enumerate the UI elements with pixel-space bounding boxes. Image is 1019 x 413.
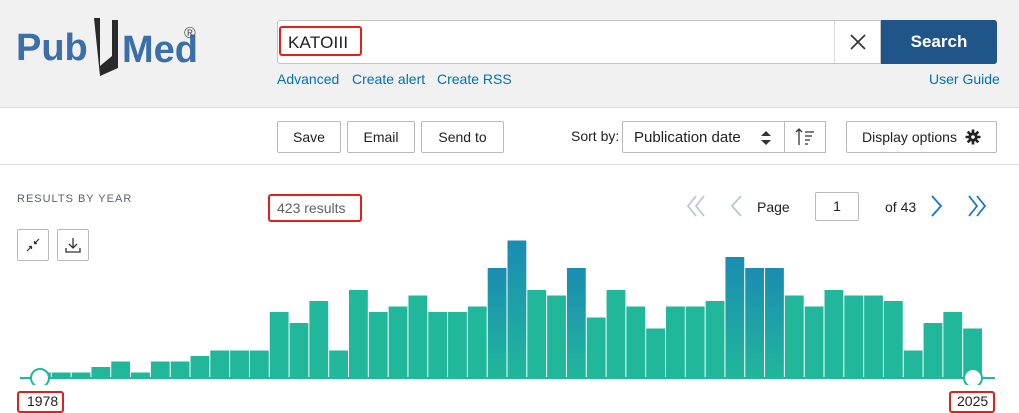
chart-bar-1990[interactable] — [269, 312, 289, 378]
page-total-label: of 43 — [885, 199, 917, 215]
advanced-link[interactable]: Advanced — [277, 71, 339, 87]
chevron-left-icon[interactable] — [728, 193, 744, 219]
chart-bar-1988[interactable] — [230, 350, 249, 379]
save-button[interactable]: Save — [277, 121, 341, 153]
search-button[interactable]: Search — [881, 20, 997, 64]
chart-bar-2024[interactable] — [943, 312, 963, 378]
clear-search-button[interactable] — [834, 21, 880, 63]
chart-bar-2023[interactable] — [923, 323, 943, 378]
chart-bar-2013[interactable] — [725, 257, 745, 378]
chart-bar-1982[interactable] — [111, 361, 131, 379]
chart-bar-2001[interactable] — [487, 268, 507, 378]
chart-bar-2009[interactable] — [646, 328, 665, 379]
range-end-year: 2025 — [957, 393, 989, 409]
chart-bar-2015[interactable] — [765, 268, 784, 378]
sort-by-label: Sort by: — [571, 128, 620, 144]
close-icon — [849, 34, 866, 50]
result-count: 423 results — [277, 200, 346, 216]
create-alert-link[interactable]: Create alert — [352, 71, 425, 87]
registered-mark: ® — [184, 25, 196, 42]
sort-select-value: Publication date — [634, 129, 741, 146]
range-start-handle[interactable] — [30, 368, 50, 385]
select-arrows-icon — [761, 131, 771, 145]
email-button[interactable]: Email — [347, 121, 415, 153]
chevron-right-icon[interactable] — [929, 193, 945, 219]
double-chevron-left-icon[interactable] — [685, 193, 707, 219]
chart-bar-2021[interactable] — [883, 301, 903, 378]
gear-icon — [965, 129, 981, 145]
chart-bar-2005[interactable] — [566, 268, 586, 378]
chart-bar-1981[interactable] — [91, 367, 111, 378]
display-options-label: Display options — [862, 129, 957, 145]
results-by-year-title: RESULTS BY YEAR — [17, 193, 133, 205]
display-options-button[interactable]: Display options — [846, 121, 997, 153]
chart-bar-1993[interactable] — [329, 350, 348, 379]
chart-bar-1987[interactable] — [210, 350, 230, 379]
chart-bar-1996[interactable] — [388, 306, 408, 379]
chart-bar-1999[interactable] — [448, 312, 467, 378]
chart-bar-2022[interactable] — [903, 350, 923, 379]
chart-bar-1998[interactable] — [428, 312, 448, 378]
chart-bar-2011[interactable] — [685, 306, 705, 379]
range-start-year: 1978 — [27, 393, 59, 409]
chart-bar-1986[interactable] — [190, 356, 210, 378]
sort-select[interactable]: Publication date — [622, 121, 785, 153]
header-band: Pub Med ® KATOIII Search Advanced Create… — [0, 0, 1019, 108]
chart-bar-2008[interactable] — [626, 306, 646, 379]
pubmed-logo[interactable]: Pub Med ® — [16, 16, 206, 78]
create-rss-link[interactable]: Create RSS — [437, 71, 512, 87]
chart-bar-2012[interactable] — [705, 301, 725, 378]
send-to-button[interactable]: Send to — [421, 121, 504, 153]
chart-bar-1984[interactable] — [150, 361, 170, 379]
search-input[interactable]: KATOIII — [277, 20, 881, 64]
chart-bar-2003[interactable] — [527, 290, 547, 378]
chart-bar-2002[interactable] — [507, 240, 527, 379]
search-query-text: KATOIII — [288, 33, 349, 52]
chart-bar-2010[interactable] — [666, 306, 685, 379]
page-number-input[interactable]: 1 — [815, 192, 859, 221]
chart-bar-2019[interactable] — [844, 295, 864, 379]
sort-descending-icon — [795, 128, 814, 145]
chart-bar-2006[interactable] — [586, 317, 606, 379]
sort-direction-button[interactable] — [785, 121, 826, 153]
chart-bar-2014[interactable] — [745, 268, 765, 378]
user-guide-link[interactable]: User Guide — [929, 71, 1000, 87]
logo-pub: Pub — [16, 27, 88, 69]
range-end-handle[interactable] — [963, 368, 983, 385]
chart-bar-1994[interactable] — [349, 290, 368, 378]
chart-bar-2017[interactable] — [804, 306, 824, 379]
chart-bar-1989[interactable] — [249, 350, 269, 379]
toolbar-divider — [0, 164, 1019, 165]
chart-bar-2000[interactable] — [467, 306, 487, 379]
double-chevron-right-icon[interactable] — [966, 193, 988, 219]
page-label: Page — [757, 199, 790, 215]
chart-bar-2016[interactable] — [784, 295, 804, 379]
chart-bar-2018[interactable] — [824, 290, 844, 378]
chart-bar-2007[interactable] — [606, 290, 626, 378]
chart-bar-2004[interactable] — [547, 295, 566, 379]
chart-bar-1991[interactable] — [289, 323, 309, 378]
results-by-year-chart[interactable] — [0, 225, 1019, 385]
chart-bar-2020[interactable] — [864, 295, 883, 379]
chart-bar-1995[interactable] — [368, 312, 388, 378]
chart-bar-1992[interactable] — [309, 301, 329, 378]
chart-bar-1997[interactable] — [408, 295, 428, 379]
chart-bar-1985[interactable] — [170, 361, 190, 379]
